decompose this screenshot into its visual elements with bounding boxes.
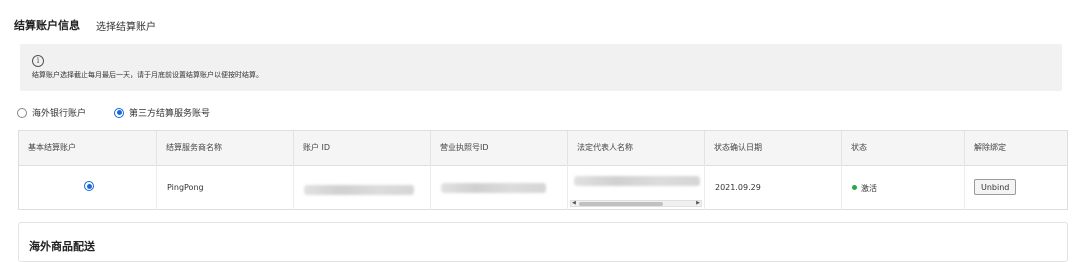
status-dot-icon [852, 185, 857, 190]
notice-banner [20, 44, 1062, 91]
table-header: 基本结算账户 结算服务商名称 账户 ID 营业执照号ID 法定代表人名称 状态确… [19, 131, 1067, 166]
column-header: 法定代表人名称 [567, 131, 704, 165]
scrollbar-thumb[interactable] [579, 202, 663, 206]
scroll-right-icon[interactable]: ▶ [696, 200, 700, 207]
radio-label: 第三方结算服务账号 [129, 109, 211, 119]
primary-account-cell [19, 165, 156, 210]
column-header: 状态确认日期 [704, 131, 841, 165]
license-id-cell [430, 165, 567, 210]
status-badge: 激活 [852, 183, 877, 194]
column-header: 账户 ID [293, 131, 430, 165]
radio-third-party[interactable]: 第三方结算服务账号 [114, 106, 210, 119]
primary-account-radio[interactable] [84, 181, 94, 191]
info-icon: i [32, 55, 44, 67]
confirm-date: 2021.09.29 [715, 183, 761, 192]
unbind-button[interactable]: Unbind [974, 179, 1017, 195]
scroll-left-icon[interactable]: ◀ [572, 200, 576, 207]
account-id-cell [293, 165, 430, 210]
horizontal-scrollbar[interactable]: ◀ ▶ [570, 200, 702, 207]
notice-text: 结算账户选择截止每月最后一天，请于月底前设置结算账户以便按时结算。 [32, 71, 263, 79]
status-cell: 激活 [841, 165, 964, 210]
radio-button[interactable] [17, 107, 27, 118]
provider-name: PingPong [167, 183, 204, 192]
redacted-legal-rep [574, 176, 700, 186]
page-subtitle: 选择结算账户 [96, 22, 156, 33]
settlement-account-table: 基本结算账户 结算服务商名称 账户 ID 营业执照号ID 法定代表人名称 状态确… [18, 130, 1068, 210]
column-header: 解除绑定 [964, 131, 1067, 165]
action-cell: Unbind [964, 165, 1067, 210]
legal-rep-cell: ◀ ▶ [567, 165, 704, 210]
redacted-license-id [441, 183, 546, 193]
table-row: PingPong ◀ ▶ 2021.09.29 激活 Unbind [19, 165, 1067, 210]
radio-overseas-bank[interactable]: 海外银行账户 [17, 106, 86, 119]
column-header: 状态 [841, 131, 964, 165]
radio-label: 海外银行账户 [32, 109, 87, 119]
section-title: 海外商品配送 [29, 240, 95, 253]
confirm-date-cell: 2021.09.29 [704, 165, 841, 210]
column-header: 基本结算账户 [28, 143, 76, 152]
provider-cell: PingPong [156, 165, 293, 210]
status-text: 激活 [861, 184, 877, 193]
overseas-shipping-section: 海外商品配送 [18, 222, 1068, 262]
column-header: 结算服务商名称 [156, 131, 293, 165]
radio-button-selected[interactable] [114, 107, 124, 118]
page-title: 结算账户信息 [14, 19, 80, 32]
column-header: 营业执照号ID [430, 131, 567, 165]
redacted-account-id [304, 185, 414, 195]
